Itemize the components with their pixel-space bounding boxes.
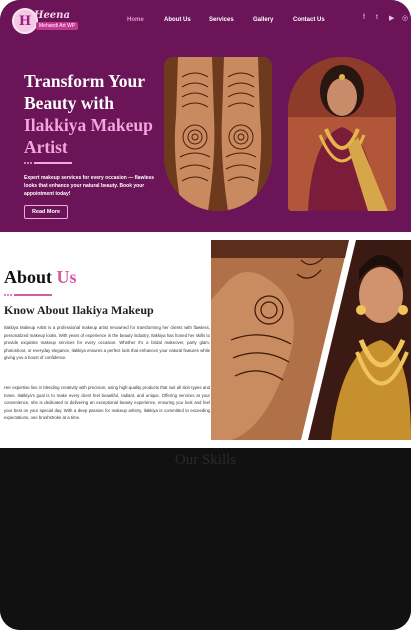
hero-section: H Heena Mehandi Art WP Home About Us Ser… xyxy=(0,0,411,232)
hero-title-line1: Transform Your xyxy=(24,71,146,91)
hero-bride-image xyxy=(288,57,396,211)
nav-about-us[interactable]: About Us xyxy=(164,17,191,23)
logo-tagline: Mehandi Art WP xyxy=(36,22,79,30)
youtube-icon[interactable]: ▶ xyxy=(389,14,394,22)
hero-divider xyxy=(24,162,72,166)
hero-description: Expert makeup services for every occasio… xyxy=(24,175,155,197)
about-heading-plain: About xyxy=(4,267,53,287)
read-more-button[interactable]: Read More xyxy=(24,205,68,219)
hero-mehendi-image xyxy=(164,57,272,211)
instagram-icon[interactable]: ◎ xyxy=(402,14,408,22)
nav-contact-us[interactable]: Contact Us xyxy=(293,17,325,23)
app-frame: H Heena Mehandi Art WP Home About Us Ser… xyxy=(0,0,411,630)
about-heading: About Us xyxy=(4,267,77,288)
facebook-icon[interactable]: f xyxy=(363,14,365,21)
nav-home[interactable]: Home xyxy=(127,17,144,23)
hero-title-highlight2: Artist xyxy=(24,137,68,157)
about-section: About Us Know About Ilakiya Makeup Ilakk… xyxy=(0,232,411,448)
about-subheading: Know About Ilakiya Makeup xyxy=(4,303,154,317)
about-paragraph-1: Ilakkiya Makeup Artist is a professional… xyxy=(4,325,210,360)
hero-title: Transform Your Beauty with Ilakkiya Make… xyxy=(24,70,164,158)
about-heading-highlight: Us xyxy=(56,267,77,287)
hero-title-highlight1: Ilakkiya Makeup xyxy=(24,115,153,135)
about-collage-image xyxy=(211,240,411,440)
hero-title-line2: Beauty with xyxy=(24,93,114,113)
about-paragraph-2: Her expertise lies in blending creativit… xyxy=(4,385,210,420)
skills-section: Our Skills xyxy=(0,448,411,630)
brand-logo[interactable]: H Heena Mehandi Art WP xyxy=(12,8,79,34)
skills-heading-faded: Our Skills xyxy=(174,452,237,468)
nav-services[interactable]: Services xyxy=(209,17,234,23)
twitter-icon[interactable]: t xyxy=(376,14,378,21)
about-divider xyxy=(4,294,52,297)
nav-gallery[interactable]: Gallery xyxy=(253,17,273,23)
logo-script: Heena xyxy=(34,10,70,21)
